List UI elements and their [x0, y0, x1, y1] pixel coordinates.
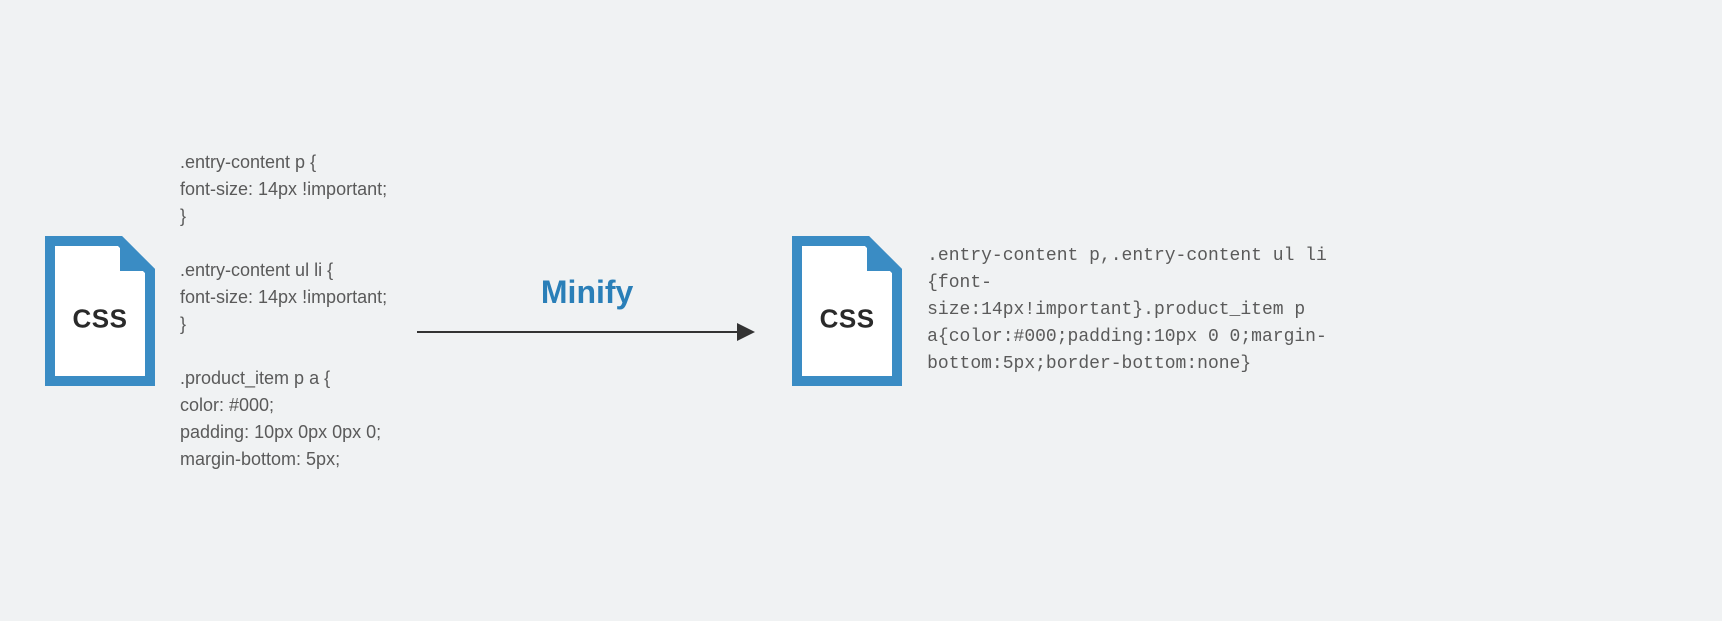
- css-file-icon: CSS: [787, 236, 907, 386]
- css-file-icon: CSS: [40, 236, 160, 386]
- minified-code-text: .entry-content p,.entry-content ul li {f…: [927, 243, 1347, 378]
- file-label: CSS: [820, 303, 875, 334]
- arrow-label: Minify: [541, 274, 633, 311]
- file-label: CSS: [73, 303, 128, 334]
- source-code-text: .entry-content p { font-size: 14px !impo…: [180, 149, 387, 473]
- arrow-section: Minify: [417, 274, 757, 347]
- minify-diagram: CSS .entry-content p { font-size: 14px !…: [40, 149, 1682, 473]
- result-block: CSS .entry-content p,.entry-content ul l…: [787, 236, 1347, 386]
- arrow-icon: [417, 317, 757, 347]
- source-block: CSS .entry-content p { font-size: 14px !…: [40, 149, 387, 473]
